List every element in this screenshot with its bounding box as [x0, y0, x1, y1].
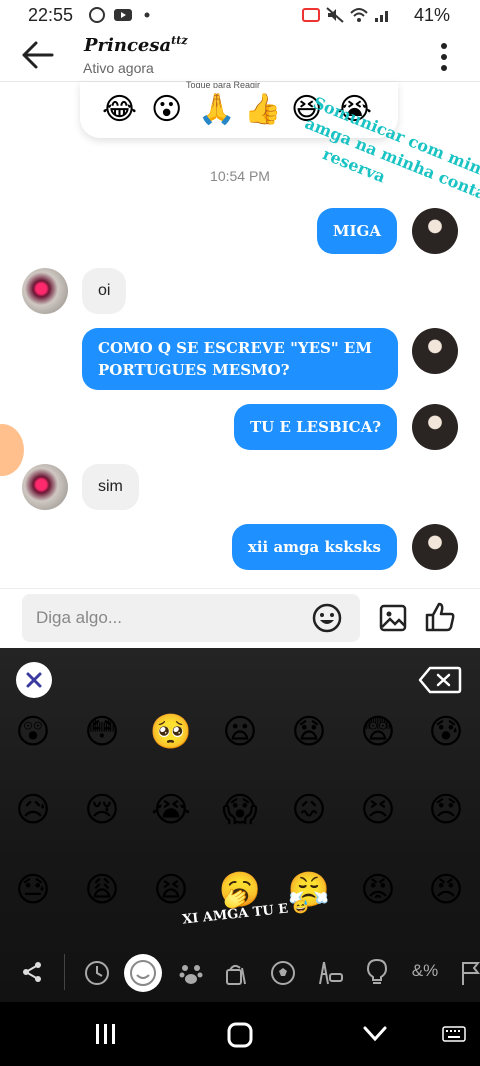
reaction-thumbs-up[interactable]: 👍 — [244, 92, 281, 128]
contact-avatar[interactable] — [22, 464, 68, 510]
tab-divider — [64, 954, 65, 990]
contact-name-text: Princesa — [84, 35, 172, 56]
smiley-icon — [130, 960, 156, 986]
contact-status: Ativo agora — [83, 60, 154, 76]
share-icon[interactable] — [20, 960, 44, 984]
message-out[interactable]: TU E LESBICA? — [234, 404, 397, 450]
back-arrow-icon[interactable] — [20, 40, 56, 70]
backspace-icon[interactable] — [418, 666, 462, 694]
flags-icon[interactable] — [460, 960, 480, 986]
keyboard-close-button[interactable] — [16, 662, 52, 698]
like-icon[interactable] — [424, 601, 456, 633]
chat-header: Princesattz Ativo agora — [0, 32, 480, 82]
status-time: 22:55 — [28, 5, 74, 25]
message-out[interactable]: xii amga ksksks — [231, 524, 397, 570]
system-navigation-bar — [0, 1002, 480, 1066]
floating-bubble[interactable] — [0, 424, 24, 476]
my-avatar — [412, 328, 458, 374]
youtube-icon — [114, 9, 132, 21]
emoji-key[interactable]: 😦 — [215, 712, 265, 752]
status-bar: 22:55 41% — [0, 0, 480, 32]
emoji-key[interactable]: 😧 — [284, 712, 334, 752]
emoji-toggle-icon[interactable] — [312, 603, 342, 633]
emoji-key[interactable]: 😰 — [421, 712, 471, 752]
message-input-placeholder: Diga algo... — [36, 608, 122, 627]
mute-icon — [326, 7, 344, 23]
emoji-key[interactable]: 😩 — [77, 870, 127, 910]
dot-icon — [144, 12, 150, 18]
emoji-key[interactable]: 😥 — [8, 790, 58, 830]
recents-nav-icon[interactable] — [94, 1022, 118, 1046]
keyboard-switch-icon[interactable] — [442, 1026, 466, 1042]
emoji-key[interactable]: 😲 — [8, 712, 58, 752]
wifi-icon — [350, 8, 368, 22]
back-nav-icon[interactable] — [362, 1024, 388, 1044]
sports-icon[interactable] — [270, 960, 296, 986]
whatsapp-icon — [89, 7, 105, 23]
emoji-key[interactable]: 😭 — [146, 790, 196, 830]
reaction-pray[interactable]: 🙏 — [198, 92, 235, 128]
travel-icon[interactable] — [316, 960, 344, 986]
emoji-key[interactable]: 😢 — [77, 790, 127, 830]
my-avatar — [412, 404, 458, 450]
emoji-key[interactable]: 🥺 — [146, 712, 196, 752]
food-icon[interactable] — [224, 960, 250, 986]
emoji-key[interactable]: 😱 — [215, 790, 265, 830]
contact-avatar[interactable] — [22, 268, 68, 314]
image-picker-icon[interactable] — [378, 603, 408, 633]
emoji-key[interactable]: 😨 — [353, 712, 403, 752]
more-options-icon[interactable] — [440, 42, 448, 72]
reaction-wow[interactable]: 😮 — [151, 92, 182, 128]
reaction-laugh[interactable]: 😂 — [102, 92, 137, 128]
recent-icon[interactable] — [84, 960, 110, 986]
emoji-key[interactable]: 😣 — [353, 790, 403, 830]
emoji-key[interactable]: 😖 — [284, 790, 334, 830]
objects-icon[interactable] — [364, 958, 390, 986]
emoji-key[interactable]: 😞 — [421, 790, 471, 830]
animals-icon[interactable] — [178, 960, 204, 986]
emoji-key[interactable]: 😡 — [353, 870, 403, 910]
message-out[interactable]: MIGA — [316, 208, 397, 254]
home-nav-icon[interactable] — [227, 1022, 253, 1048]
symbols-tab[interactable]: &% — [408, 956, 442, 986]
my-avatar — [412, 524, 458, 570]
tab-smileys[interactable] — [124, 954, 162, 992]
message-in[interactable]: sim — [82, 464, 139, 510]
cast-off-icon — [302, 8, 320, 22]
message-in[interactable]: oi — [82, 268, 127, 314]
emoji-key[interactable]: 😫 — [146, 870, 196, 910]
message-out[interactable]: COMO Q SE ESCREVE "YES" EM PORTUGUES MES… — [82, 328, 398, 390]
emoji-key[interactable]: 😳 — [77, 712, 127, 752]
emoji-key[interactable]: 😓 — [8, 870, 58, 910]
reaction-hint: Toque para Reagir — [186, 80, 261, 88]
emoji-key[interactable]: 😠 — [421, 870, 471, 910]
battery-percent: 41% — [413, 5, 450, 25]
contact-name[interactable]: Princesattz — [84, 34, 188, 56]
contact-name-suffix: ttz — [171, 34, 188, 47]
signal-icon — [375, 11, 388, 22]
close-icon — [26, 672, 42, 688]
